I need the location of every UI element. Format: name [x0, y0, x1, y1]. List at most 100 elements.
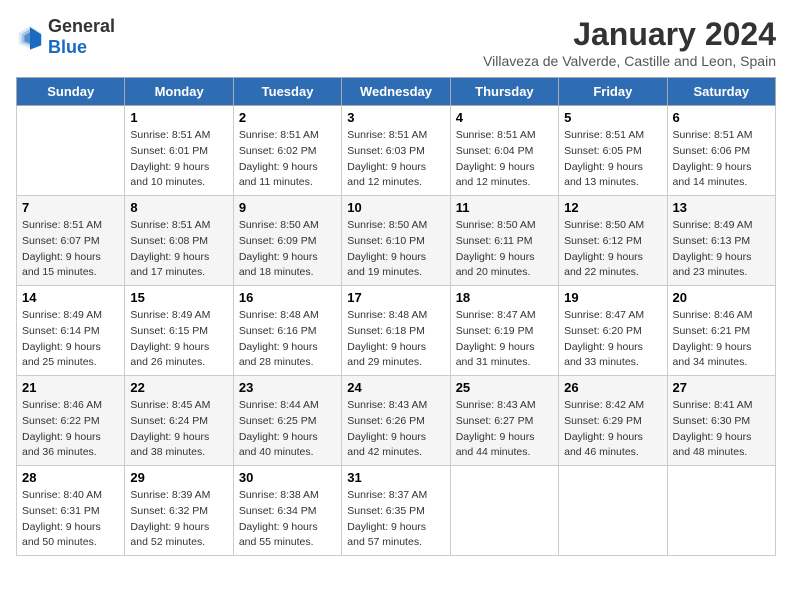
calendar-week-row: 7 Sunrise: 8:51 AMSunset: 6:07 PMDaylight… [17, 196, 776, 286]
day-info: Sunrise: 8:51 AMSunset: 6:05 PMDaylight:… [564, 128, 661, 191]
day-number: 10 [347, 200, 444, 215]
calendar-body: 1Sunrise: 8:51 AMSunset: 6:01 PMDaylight… [17, 106, 776, 556]
day-info: Sunrise: 8:46 AMSunset: 6:22 PMDaylight:… [22, 398, 119, 461]
day-number: 29 [130, 470, 227, 485]
day-number: 2 [239, 110, 336, 125]
calendar-cell: 14 Sunrise: 8:49 AMSunset: 6:14 PMDayligh… [17, 286, 125, 376]
day-number: 24 [347, 380, 444, 395]
day-number: 16 [239, 290, 336, 305]
day-number: 4 [456, 110, 553, 125]
day-number: 11 [456, 200, 553, 215]
day-info: Sunrise: 8:46 AMSunset: 6:21 PMDaylight:… [673, 308, 770, 371]
calendar-cell: 26 Sunrise: 8:42 AMSunset: 6:29 PMDayligh… [559, 376, 667, 466]
day-number: 17 [347, 290, 444, 305]
day-info: Sunrise: 8:38 AMSunset: 6:34 PMDaylight:… [239, 488, 336, 551]
calendar-cell [450, 466, 558, 556]
weekday-header: Wednesday [342, 78, 450, 106]
calendar-cell: 11 Sunrise: 8:50 AMSunset: 6:11 PMDayligh… [450, 196, 558, 286]
day-number: 20 [673, 290, 770, 305]
day-number: 7 [22, 200, 119, 215]
calendar-cell: 16 Sunrise: 8:48 AMSunset: 6:16 PMDayligh… [233, 286, 341, 376]
weekday-header: Sunday [17, 78, 125, 106]
day-number: 6 [673, 110, 770, 125]
day-number: 14 [22, 290, 119, 305]
subtitle: Villaveza de Valverde, Castille and Leon… [483, 53, 776, 69]
title-section: January 2024 Villaveza de Valverde, Cast… [483, 16, 776, 69]
day-info: Sunrise: 8:51 AMSunset: 6:07 PMDaylight:… [22, 218, 119, 281]
day-info: Sunrise: 8:42 AMSunset: 6:29 PMDaylight:… [564, 398, 661, 461]
day-number: 21 [22, 380, 119, 395]
calendar-cell [17, 106, 125, 196]
calendar-cell: 8Sunrise: 8:51 AMSunset: 6:08 PMDaylight… [125, 196, 233, 286]
day-number: 12 [564, 200, 661, 215]
day-info: Sunrise: 8:45 AMSunset: 6:24 PMDaylight:… [130, 398, 227, 461]
day-info: Sunrise: 8:50 AMSunset: 6:10 PMDaylight:… [347, 218, 444, 281]
day-info: Sunrise: 8:48 AMSunset: 6:16 PMDaylight:… [239, 308, 336, 371]
day-info: Sunrise: 8:51 AMSunset: 6:03 PMDaylight:… [347, 128, 444, 191]
day-number: 25 [456, 380, 553, 395]
weekday-header: Tuesday [233, 78, 341, 106]
logo: General Blue [16, 16, 115, 58]
calendar-week-row: 28 Sunrise: 8:40 AMSunset: 6:31 PMDayligh… [17, 466, 776, 556]
day-info: Sunrise: 8:48 AMSunset: 6:18 PMDaylight:… [347, 308, 444, 371]
calendar-cell: 24 Sunrise: 8:43 AMSunset: 6:26 PMDayligh… [342, 376, 450, 466]
day-info: Sunrise: 8:41 AMSunset: 6:30 PMDaylight:… [673, 398, 770, 461]
calendar-cell: 3 Sunrise: 8:51 AMSunset: 6:03 PMDaylight… [342, 106, 450, 196]
day-number: 31 [347, 470, 444, 485]
day-info: Sunrise: 8:51 AMSunset: 6:06 PMDaylight:… [673, 128, 770, 191]
calendar-week-row: 21 Sunrise: 8:46 AMSunset: 6:22 PMDayligh… [17, 376, 776, 466]
day-number: 9 [239, 200, 336, 215]
day-info: Sunrise: 8:44 AMSunset: 6:25 PMDaylight:… [239, 398, 336, 461]
day-number: 30 [239, 470, 336, 485]
day-info: Sunrise: 8:51 AMSunset: 6:08 PMDaylight:… [130, 218, 227, 281]
calendar-cell: 6 Sunrise: 8:51 AMSunset: 6:06 PMDaylight… [667, 106, 775, 196]
calendar-cell: 10 Sunrise: 8:50 AMSunset: 6:10 PMDayligh… [342, 196, 450, 286]
day-number: 3 [347, 110, 444, 125]
day-info: Sunrise: 8:43 AMSunset: 6:26 PMDaylight:… [347, 398, 444, 461]
calendar-table: SundayMondayTuesdayWednesdayThursdayFrid… [16, 77, 776, 556]
calendar-cell [559, 466, 667, 556]
day-info: Sunrise: 8:49 AMSunset: 6:15 PMDaylight:… [130, 308, 227, 371]
day-info: Sunrise: 8:51 AMSunset: 6:01 PMDaylight:… [130, 128, 227, 191]
day-number: 15 [130, 290, 227, 305]
day-info: Sunrise: 8:51 AMSunset: 6:02 PMDaylight:… [239, 128, 336, 191]
calendar-cell: 22Sunrise: 8:45 AMSunset: 6:24 PMDayligh… [125, 376, 233, 466]
calendar-cell: 21 Sunrise: 8:46 AMSunset: 6:22 PMDayligh… [17, 376, 125, 466]
day-number: 18 [456, 290, 553, 305]
day-number: 23 [239, 380, 336, 395]
calendar-cell: 27 Sunrise: 8:41 AMSunset: 6:30 PMDayligh… [667, 376, 775, 466]
calendar-cell: 23 Sunrise: 8:44 AMSunset: 6:25 PMDayligh… [233, 376, 341, 466]
weekday-header: Thursday [450, 78, 558, 106]
header: General Blue January 2024 Villaveza de V… [16, 16, 776, 69]
day-info: Sunrise: 8:50 AMSunset: 6:11 PMDaylight:… [456, 218, 553, 281]
calendar-cell: 31Sunrise: 8:37 AMSunset: 6:35 PMDayligh… [342, 466, 450, 556]
day-info: Sunrise: 8:47 AMSunset: 6:20 PMDaylight:… [564, 308, 661, 371]
day-info: Sunrise: 8:50 AMSunset: 6:09 PMDaylight:… [239, 218, 336, 281]
calendar-cell: 13Sunrise: 8:49 AMSunset: 6:13 PMDayligh… [667, 196, 775, 286]
logo-blue: Blue [48, 37, 87, 57]
day-number: 26 [564, 380, 661, 395]
day-number: 27 [673, 380, 770, 395]
calendar-cell: 5Sunrise: 8:51 AMSunset: 6:05 PMDaylight… [559, 106, 667, 196]
calendar-week-row: 1Sunrise: 8:51 AMSunset: 6:01 PMDaylight… [17, 106, 776, 196]
weekday-header: Friday [559, 78, 667, 106]
calendar-cell: 18Sunrise: 8:47 AMSunset: 6:19 PMDayligh… [450, 286, 558, 376]
calendar-cell: 29Sunrise: 8:39 AMSunset: 6:32 PMDayligh… [125, 466, 233, 556]
calendar-cell: 17 Sunrise: 8:48 AMSunset: 6:18 PMDayligh… [342, 286, 450, 376]
day-number: 28 [22, 470, 119, 485]
calendar-cell: 25 Sunrise: 8:43 AMSunset: 6:27 PMDayligh… [450, 376, 558, 466]
day-info: Sunrise: 8:49 AMSunset: 6:14 PMDaylight:… [22, 308, 119, 371]
day-info: Sunrise: 8:40 AMSunset: 6:31 PMDaylight:… [22, 488, 119, 551]
calendar-header: SundayMondayTuesdayWednesdayThursdayFrid… [17, 78, 776, 106]
weekday-header: Saturday [667, 78, 775, 106]
weekday-row: SundayMondayTuesdayWednesdayThursdayFrid… [17, 78, 776, 106]
calendar-week-row: 14 Sunrise: 8:49 AMSunset: 6:14 PMDayligh… [17, 286, 776, 376]
calendar-cell: 30 Sunrise: 8:38 AMSunset: 6:34 PMDayligh… [233, 466, 341, 556]
calendar-cell: 7 Sunrise: 8:51 AMSunset: 6:07 PMDaylight… [17, 196, 125, 286]
calendar-cell: 2 Sunrise: 8:51 AMSunset: 6:02 PMDaylight… [233, 106, 341, 196]
day-info: Sunrise: 8:50 AMSunset: 6:12 PMDaylight:… [564, 218, 661, 281]
calendar-cell: 9 Sunrise: 8:50 AMSunset: 6:09 PMDaylight… [233, 196, 341, 286]
day-info: Sunrise: 8:43 AMSunset: 6:27 PMDaylight:… [456, 398, 553, 461]
day-number: 13 [673, 200, 770, 215]
calendar-cell: 20 Sunrise: 8:46 AMSunset: 6:21 PMDayligh… [667, 286, 775, 376]
